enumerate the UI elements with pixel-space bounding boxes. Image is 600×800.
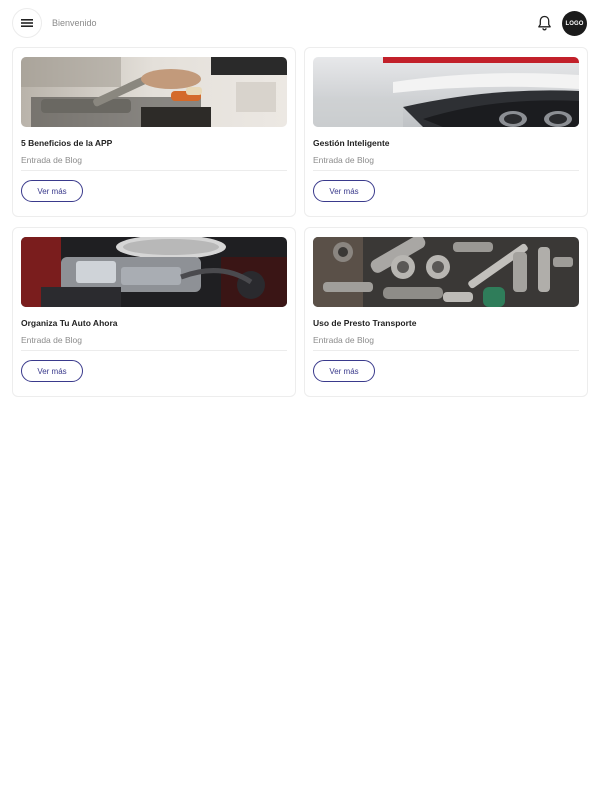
white-car-rear-image — [313, 57, 579, 127]
card-subtitle: Entrada de Blog — [21, 335, 82, 345]
ver-mas-button[interactable]: Ver más — [21, 360, 83, 382]
ver-mas-button[interactable]: Ver más — [21, 180, 83, 202]
menu-button[interactable] — [12, 8, 42, 38]
socket-wrench-set-image — [313, 237, 579, 307]
card-title: Uso de Presto Transporte — [313, 318, 417, 328]
divider — [21, 350, 287, 351]
card-title: Organiza Tu Auto Ahora — [21, 318, 118, 328]
blog-card[interactable]: 5 Beneficios de la APP Entrada de Blog V… — [12, 47, 296, 217]
top-header: Bienvenido LOGO — [0, 0, 600, 47]
divider — [21, 170, 287, 171]
card-subtitle: Entrada de Blog — [313, 335, 374, 345]
divider — [313, 350, 579, 351]
hamburger-menu-icon — [21, 19, 33, 27]
card-subtitle: Entrada de Blog — [21, 155, 82, 165]
tools-on-workbench-image — [21, 57, 287, 127]
bell-icon — [537, 15, 551, 31]
welcome-text: Bienvenido — [52, 18, 97, 28]
blog-grid: 5 Beneficios de la APP Entrada de Blog V… — [12, 47, 588, 397]
card-subtitle: Entrada de Blog — [313, 155, 374, 165]
blog-card[interactable]: Gestión Inteligente Entrada de Blog Ver … — [304, 47, 588, 217]
ver-mas-button[interactable]: Ver más — [313, 360, 375, 382]
ver-mas-button[interactable]: Ver más — [313, 180, 375, 202]
card-title: Gestión Inteligente — [313, 138, 390, 148]
divider — [313, 170, 579, 171]
car-engine-image — [21, 237, 287, 307]
blog-card[interactable]: Organiza Tu Auto Ahora Entrada de Blog V… — [12, 227, 296, 397]
notifications-button[interactable] — [533, 12, 555, 34]
logo-avatar[interactable]: LOGO — [562, 11, 587, 36]
blog-card[interactable]: Uso de Presto Transporte Entrada de Blog… — [304, 227, 588, 397]
card-title: 5 Beneficios de la APP — [21, 138, 113, 148]
